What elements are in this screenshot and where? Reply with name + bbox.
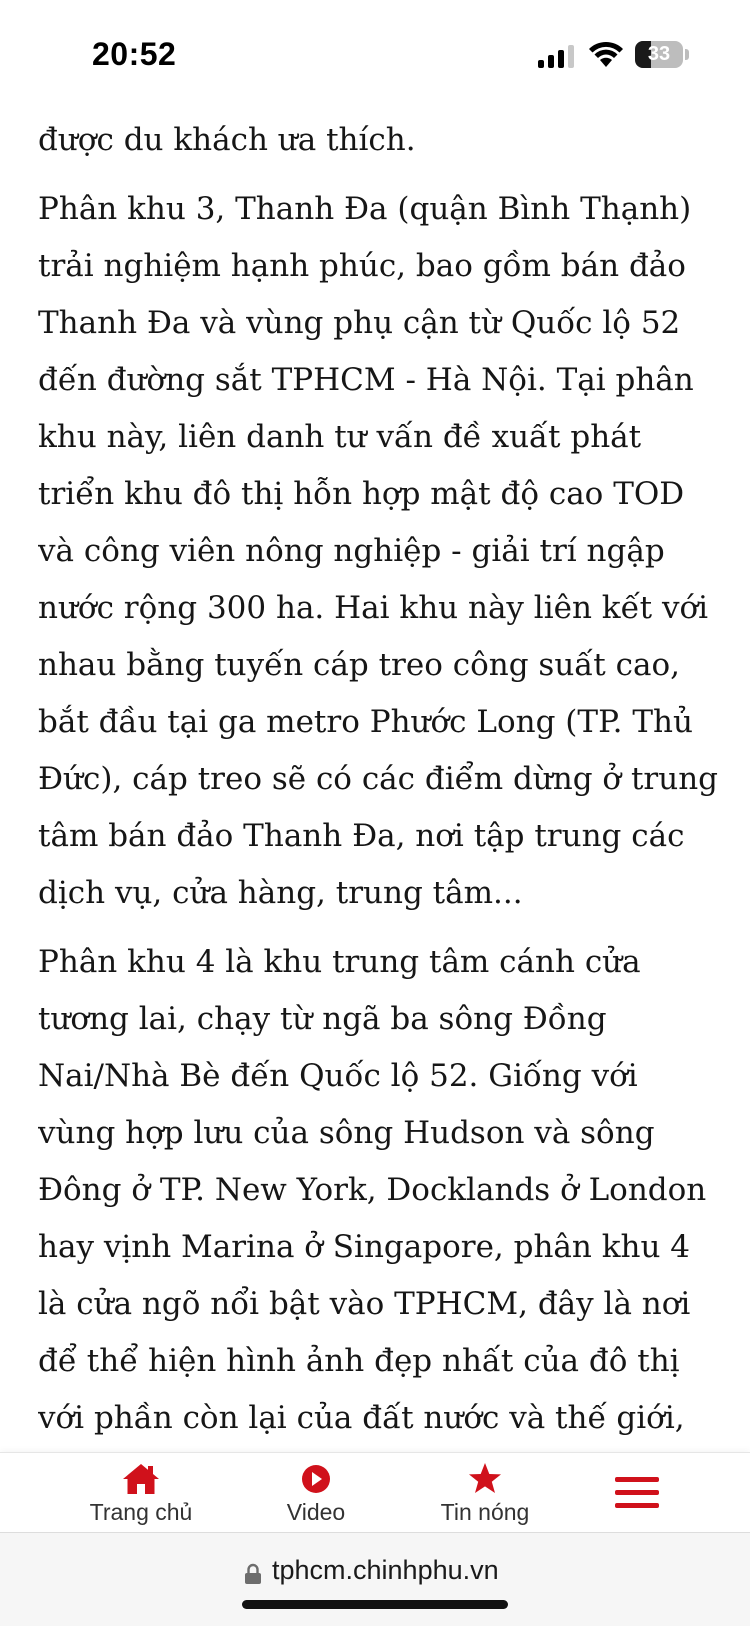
lock-icon: [245, 1563, 261, 1584]
bottom-navigation: Trang chủ Video Tin nóng: [0, 1452, 750, 1532]
cellular-signal-icon: [538, 44, 576, 68]
status-time: 20:52: [92, 36, 177, 72]
play-icon: [302, 1465, 330, 1493]
battery-icon: 33: [635, 41, 683, 68]
nav-label-video: Video: [286, 1499, 346, 1525]
browser-url-bar[interactable]: tphcm.chinhphu.vn: [0, 1532, 750, 1626]
article-body: được du khách ưa thích. Phân khu 3, Than…: [38, 112, 718, 1452]
nav-item-hot-news[interactable]: Tin nóng: [420, 1461, 550, 1531]
nav-item-home[interactable]: Trang chủ: [76, 1461, 206, 1531]
url-text[interactable]: tphcm.chinhphu.vn: [272, 1555, 499, 1586]
nav-label-hot-news: Tin nóng: [440, 1499, 530, 1525]
nav-item-video[interactable]: Video: [266, 1461, 366, 1531]
article-paragraph: Phân khu 3, Thanh Đa (quận Bình Thạnh) t…: [38, 191, 718, 911]
status-bar: 20:52 33: [0, 0, 750, 100]
battery-level: 33: [647, 43, 671, 65]
wifi-icon: [589, 41, 623, 67]
battery-nub: [685, 49, 689, 60]
star-icon: [469, 1463, 501, 1493]
article-paragraph: được du khách ưa thích.: [38, 122, 416, 158]
hamburger-menu-icon[interactable]: [615, 1471, 659, 1515]
home-indicator[interactable]: [242, 1600, 508, 1609]
home-icon: [123, 1464, 159, 1494]
article-paragraph: Phân khu 4 là khu trung tâm cánh cửa tươ…: [38, 944, 707, 1436]
nav-label-home: Trang chủ: [89, 1499, 193, 1525]
